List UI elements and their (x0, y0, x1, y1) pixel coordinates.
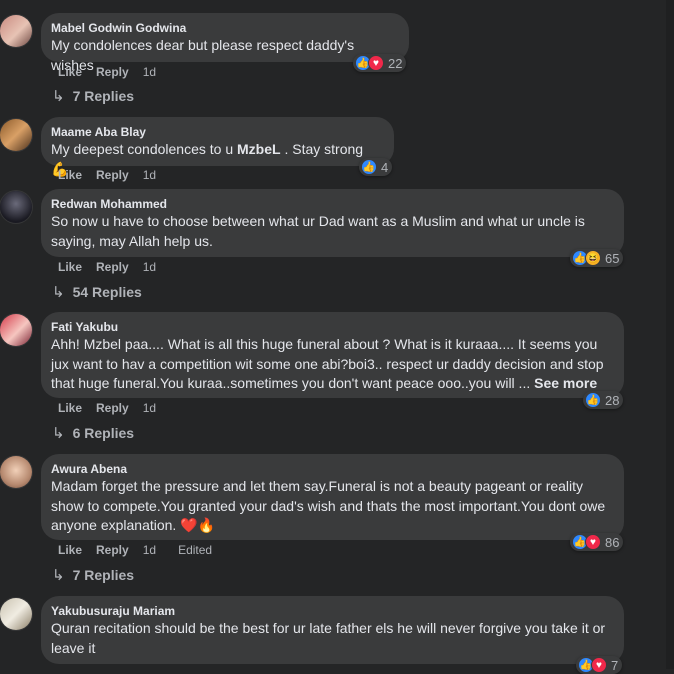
comment-timestamp[interactable]: 1d (143, 167, 156, 183)
reaction-summary[interactable]: 👍 ♥ 86 (570, 533, 624, 551)
comment-actions: Like Reply 1d Edited (58, 542, 226, 558)
comment-timestamp[interactable]: 1d (143, 259, 156, 275)
comment-actions: Like Reply 1d (58, 64, 178, 80)
comment-text-part: My deepest condolences to u (51, 141, 238, 157)
view-replies-link[interactable]: ↳ 6 Replies (52, 424, 134, 442)
avatar[interactable] (0, 456, 32, 488)
replies-count: 7 Replies (72, 88, 135, 104)
reply-arrow-icon: ↳ (52, 284, 65, 301)
comment-text-part: Ahh! Mzbel paa.... What is all this huge… (51, 336, 604, 391)
comment-bubble: Redwan Mohammed So now u have to choose … (41, 189, 624, 257)
haha-reaction-icon: 😆 (585, 250, 601, 266)
edited-label[interactable]: Edited (178, 542, 212, 558)
comment-bubble: Maame Aba Blay My deepest condolences to… (41, 117, 394, 177)
love-reaction-icon: ♥ (368, 55, 384, 71)
reply-button[interactable]: Reply (96, 64, 129, 80)
reaction-count: 22 (388, 55, 403, 71)
avatar[interactable] (0, 119, 32, 151)
comment-author[interactable]: Maame Aba Blay (51, 124, 382, 140)
comment-author[interactable]: Redwan Mohammed (51, 196, 612, 212)
comment-text: So now u have to choose between what ur … (51, 213, 585, 249)
view-replies-link[interactable]: ↳ 7 Replies (52, 566, 134, 584)
comment-timestamp[interactable]: 1d (143, 542, 156, 558)
avatar[interactable] (0, 15, 32, 47)
reaction-summary[interactable]: 👍 ♥ 22 (353, 54, 407, 72)
reaction-summary[interactable]: 👍 28 (583, 391, 624, 409)
replies-count: 7 Replies (72, 567, 135, 583)
comment-bubble: Mabel Godwin Godwina My condolences dear… (41, 13, 409, 73)
reply-button[interactable]: Reply (96, 400, 129, 416)
see-more-link[interactable]: See more (534, 375, 597, 391)
replies-count: 6 Replies (72, 425, 135, 441)
love-reaction-icon: ♥ (585, 534, 601, 550)
view-replies-link[interactable]: ↳ 7 Replies (52, 87, 134, 105)
comment-timestamp[interactable]: 1d (143, 400, 156, 416)
like-reaction-icon: 👍 (585, 392, 601, 408)
comment-author[interactable]: Awura Abena (51, 461, 612, 477)
scrollbar-track[interactable] (666, 0, 674, 669)
like-reaction-icon: 👍 (361, 159, 377, 175)
reply-button[interactable]: Reply (96, 259, 129, 275)
reaction-count: 28 (605, 392, 620, 408)
replies-count: 54 Replies (72, 284, 142, 300)
reply-arrow-icon: ↳ (52, 567, 65, 584)
comment-author[interactable]: Mabel Godwin Godwina (51, 20, 397, 36)
reaction-summary[interactable]: 👍 4 (359, 158, 393, 176)
reaction-count: 4 (381, 159, 389, 175)
avatar[interactable] (0, 598, 32, 630)
view-replies-link[interactable]: ↳ 54 Replies (52, 283, 142, 301)
reaction-count: 7 (611, 657, 619, 673)
comment-actions: Like Reply 1d (58, 259, 178, 275)
comment-bubble: Fati Yakubu Ahh! Mzbel paa.... What is a… (41, 312, 624, 398)
reply-arrow-icon: ↳ (52, 425, 65, 442)
reaction-count: 65 (605, 250, 620, 266)
reaction-count: 86 (605, 534, 620, 550)
mention-link[interactable]: MzbeL (237, 141, 281, 157)
avatar[interactable] (0, 314, 32, 346)
reaction-summary[interactable]: 👍 ♥ 7 (576, 656, 623, 674)
comment-text: Ahh! Mzbel paa.... What is all this huge… (51, 335, 612, 394)
like-button[interactable]: Like (58, 167, 82, 183)
like-button[interactable]: Like (58, 400, 82, 416)
love-reaction-icon: ♥ (591, 657, 607, 673)
avatar[interactable] (0, 191, 32, 223)
reply-button[interactable]: Reply (96, 542, 129, 558)
comment-timestamp[interactable]: 1d (143, 64, 156, 80)
comment-author[interactable]: Fati Yakubu (51, 319, 612, 335)
reply-arrow-icon: ↳ (52, 88, 65, 105)
like-button[interactable]: Like (58, 64, 82, 80)
comment-text: Madam forget the pressure and let them s… (51, 478, 606, 533)
comment-actions: Like Reply 1d (58, 167, 178, 183)
comment-text: Quran recitation should be the best for … (51, 620, 606, 656)
reply-button[interactable]: Reply (96, 167, 129, 183)
comment-bubble: Awura Abena Madam forget the pressure an… (41, 454, 624, 540)
comment-author[interactable]: Yakubusuraju Mariam (51, 603, 612, 619)
like-button[interactable]: Like (58, 259, 82, 275)
reaction-summary[interactable]: 👍 😆 65 (570, 249, 624, 267)
comment-actions: Like Reply 1d (58, 400, 178, 416)
like-button[interactable]: Like (58, 542, 82, 558)
comment-bubble: Yakubusuraju Mariam Quran recitation sho… (41, 596, 624, 664)
